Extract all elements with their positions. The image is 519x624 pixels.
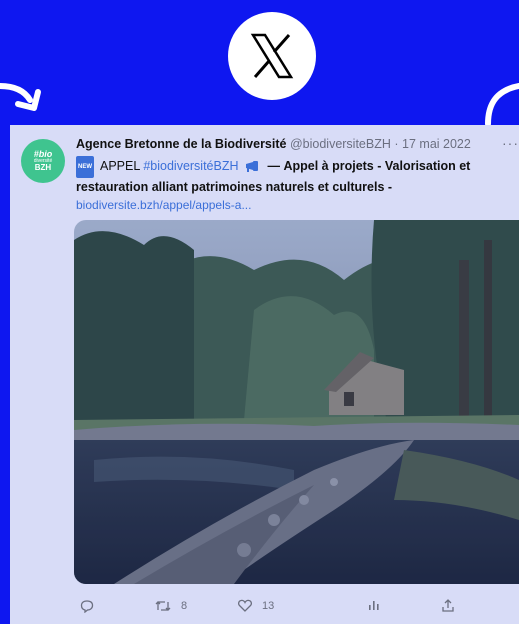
new-badge-icon: NEW bbox=[76, 156, 94, 178]
more-options-button[interactable]: ··· bbox=[502, 135, 519, 151]
author-handle[interactable]: @biodiversiteBZH bbox=[290, 137, 391, 151]
retweet-icon bbox=[155, 601, 171, 611]
dash: — bbox=[267, 159, 280, 173]
mill-by-river-photo bbox=[74, 220, 519, 584]
share-button[interactable] bbox=[442, 599, 454, 612]
tweet-header: Agence Bretonne de la Biodiversité @biod… bbox=[76, 137, 516, 151]
avatar[interactable]: #bio diversité BZH bbox=[21, 139, 65, 183]
x-logo bbox=[228, 12, 316, 100]
tweet-text: NEW APPEL #biodiversitéBZH — Appel à proj… bbox=[76, 156, 506, 214]
megaphone-icon bbox=[246, 161, 258, 172]
retweet-button[interactable]: 8 bbox=[155, 599, 187, 613]
tweet-card[interactable]: #bio diversité BZH Agence Bretonne de la… bbox=[10, 125, 519, 624]
tweet-photo[interactable] bbox=[74, 220, 519, 584]
separator: · bbox=[394, 137, 399, 151]
author-name[interactable]: Agence Bretonne de la Biodiversité bbox=[76, 137, 286, 151]
analytics-button[interactable] bbox=[368, 599, 380, 611]
share-icon bbox=[442, 599, 454, 612]
like-count: 13 bbox=[262, 599, 275, 612]
hashtag-link[interactable]: #biodiversitéBZH bbox=[143, 159, 238, 173]
article-link[interactable]: biodiversite.bzh/appel/appels-a... bbox=[76, 198, 251, 212]
x-logo-icon bbox=[250, 33, 294, 79]
heart-icon bbox=[238, 599, 252, 612]
analytics-icon bbox=[369, 601, 379, 610]
left-arrow-icon bbox=[0, 83, 41, 111]
retweet-count: 8 bbox=[181, 600, 188, 612]
right-arrow-icon bbox=[485, 83, 519, 127]
text-prefix: APPEL bbox=[100, 159, 140, 173]
reply-button[interactable] bbox=[80, 599, 104, 613]
like-button[interactable]: 13 bbox=[238, 599, 274, 612]
tweet-actions: 8 13 bbox=[70, 599, 510, 619]
avatar-line3: BZH bbox=[34, 163, 52, 172]
tweet-date[interactable]: 17 mai 2022 bbox=[402, 137, 471, 151]
reply-icon bbox=[80, 600, 94, 613]
